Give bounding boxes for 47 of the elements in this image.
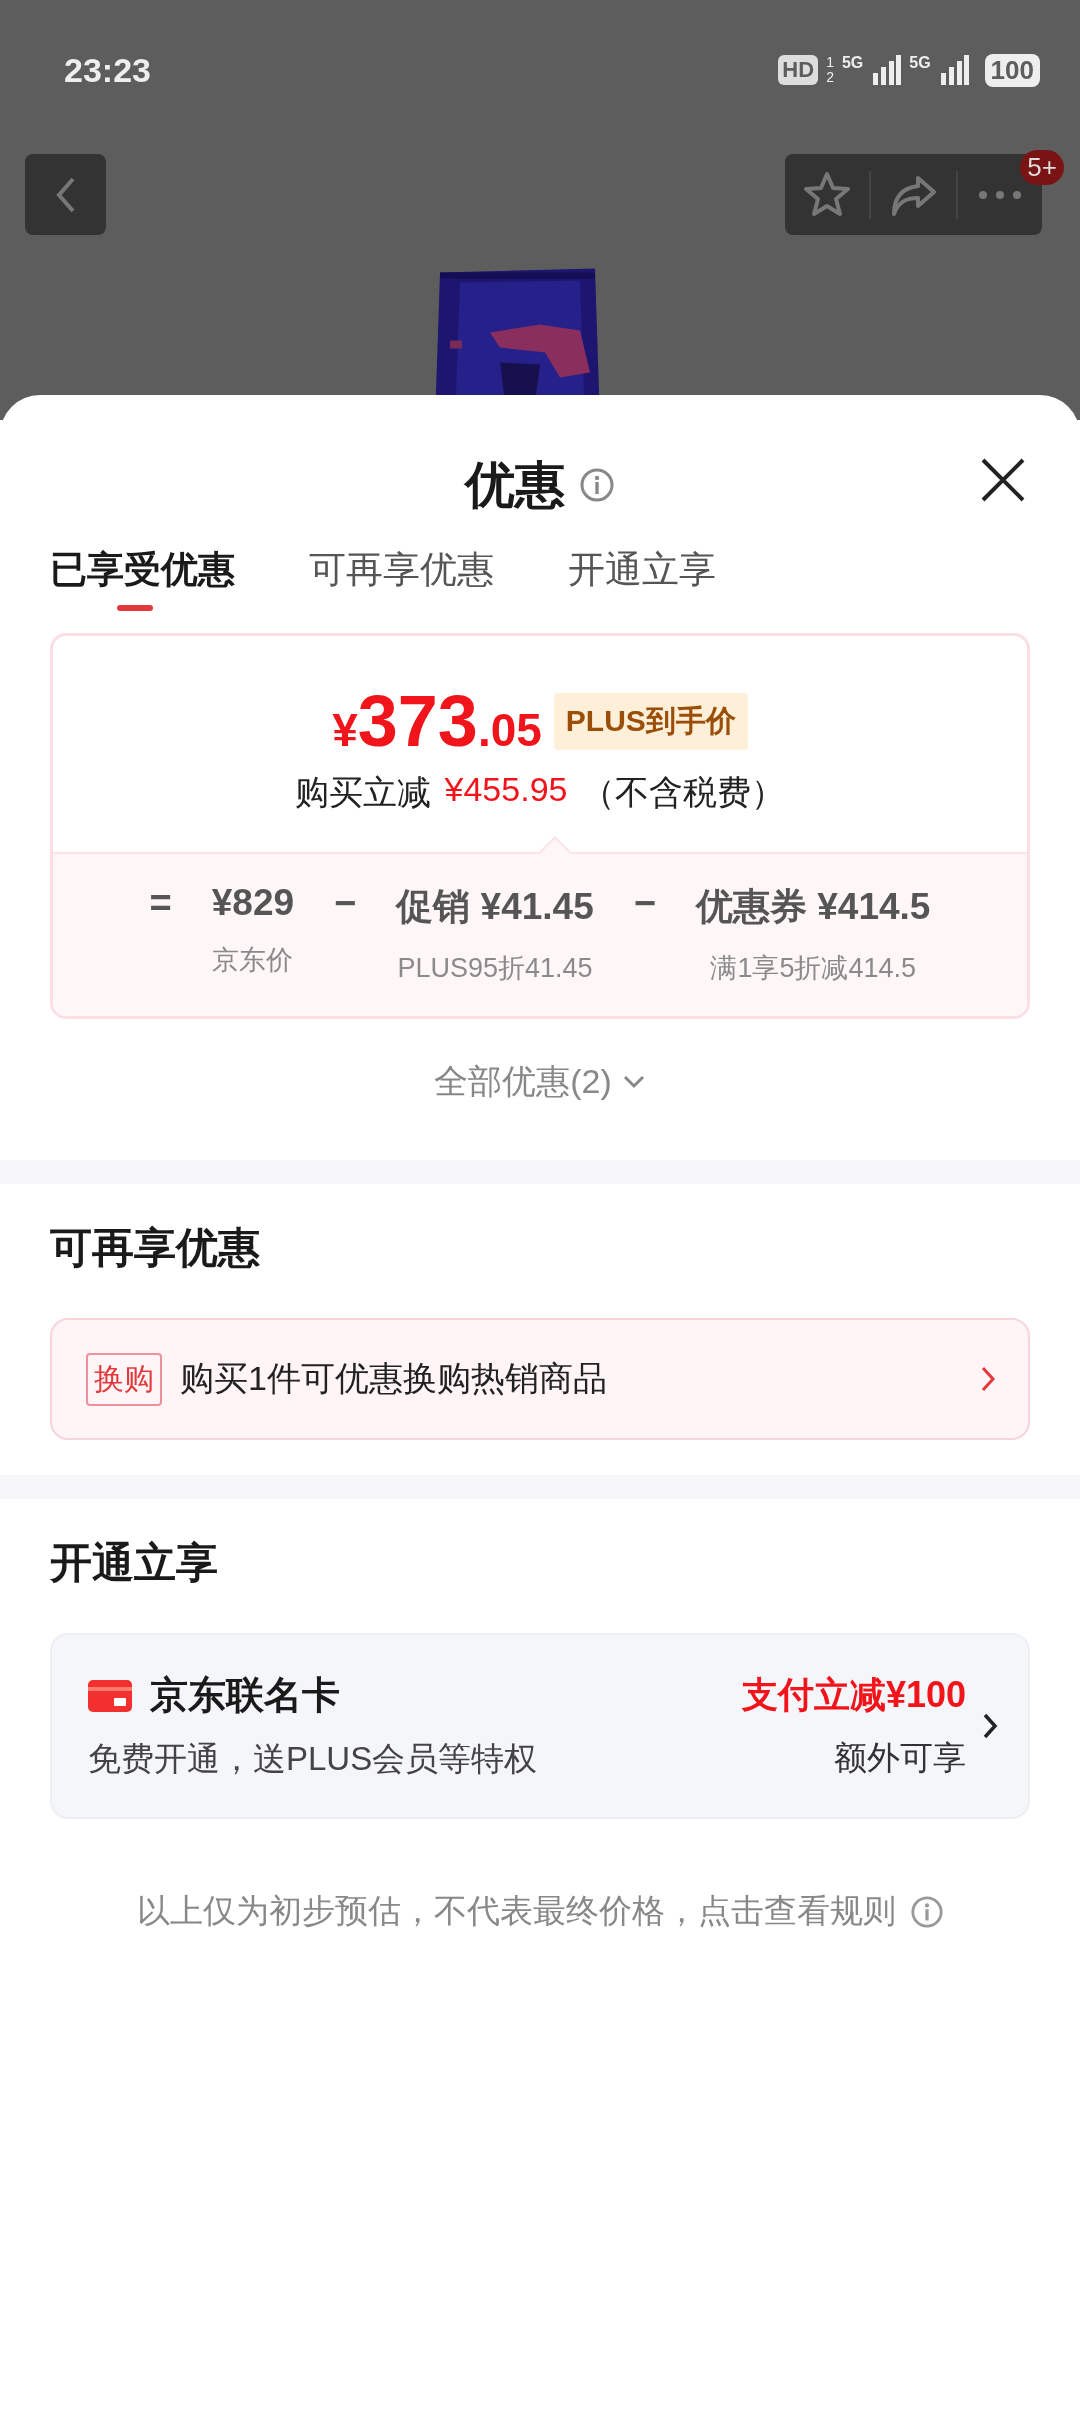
saving-label: 购买立减 [294,772,431,813]
operator-sign: − [334,882,357,925]
card-description: 免费开通，送PLUS会员等特权 [88,1739,539,1779]
chevron-icon [982,1712,998,1740]
chevron-icon [980,1365,996,1393]
back-button[interactable] [25,154,106,235]
network-label: 5G [909,53,931,72]
sim-label: 2 [826,70,834,85]
battery-indicator: 100 [984,53,1040,87]
breakdown-value: 优惠券 ¥414.5 [695,885,931,929]
saving-amount: ¥455.95 [444,770,568,810]
saving-note: （不含税费） [581,772,786,813]
final-price: ¥373.05 [332,680,542,762]
offer-tag: 换购 [86,1352,162,1406]
hd-badge: HD [778,55,819,85]
section-heading: 可再享优惠 [50,1223,261,1273]
card-icon [88,1679,132,1712]
tab[interactable]: 可再享优惠 [309,545,494,615]
offer-row[interactable]: 换购 购买1件可优惠换购热销商品 [50,1318,1030,1440]
breakdown-caption: PLUS95折41.45 [397,952,593,985]
breakdown-value: ¥829 [211,882,295,924]
operator-sign: − [633,882,656,925]
signal-icon [871,55,902,85]
operator-sign: = [149,882,172,925]
section-heading: 开通立享 [50,1538,219,1588]
info-icon[interactable] [909,1894,944,1929]
sheet-title: 优惠 [465,455,565,515]
breakdown-caption: 满1享5折减414.5 [710,952,916,985]
disclaimer-link[interactable]: 以上仅为初步预估，不代表最终价格，点击查看规则 [136,1889,896,1934]
notification-badge: 5+ [1020,150,1064,185]
sim-label: 1 [826,55,834,70]
offer-amount: 支付立减¥100 [741,1673,966,1717]
all-offers-link[interactable]: 全部优惠(2) [434,1059,646,1105]
price-tag: PLUS到手价 [553,692,748,750]
card-name: 京东联名卡 [150,1673,340,1718]
status-time: 23:23 [64,50,151,90]
card-offer[interactable]: 京东联名卡 免费开通，送PLUS会员等特权 支付立减¥100 额外可享 [50,1633,1030,1819]
network-label: 5G [841,53,864,72]
breakdown-value: 促销 ¥41.45 [396,885,594,929]
tab[interactable]: 已享受优惠 [50,545,235,615]
offer-note: 额外可享 [834,1738,966,1778]
info-icon[interactable] [579,467,615,503]
chevron-down-icon [621,1074,646,1090]
signal-icon [938,55,969,85]
offer-text: 购买1件可优惠换购热销商品 [180,1358,608,1399]
breakdown-caption: 京东价 [212,944,294,977]
tab[interactable]: 开通立享 [568,545,716,615]
